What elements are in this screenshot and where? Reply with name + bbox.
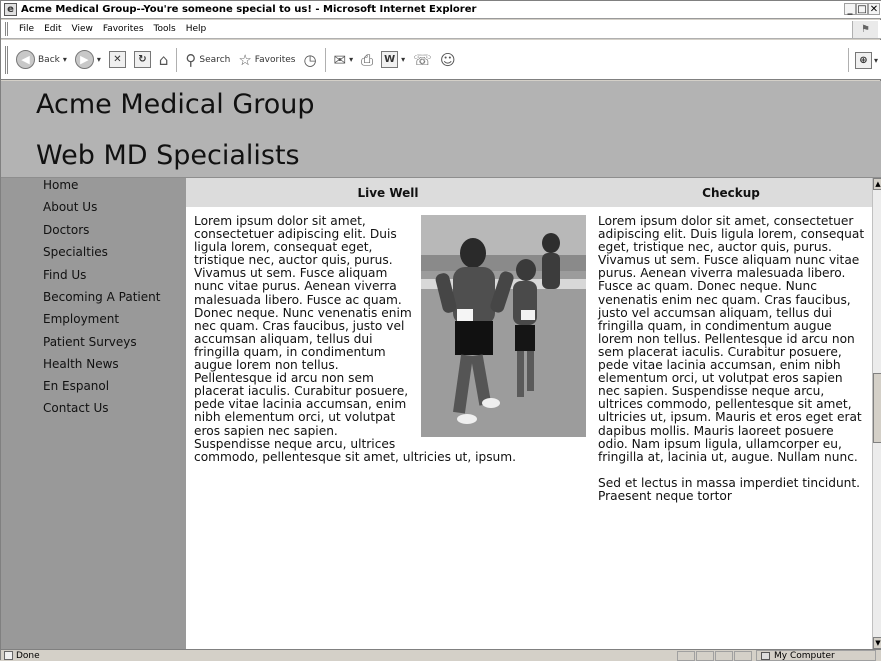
forward-button[interactable]: ▶ ▾	[71, 47, 105, 73]
messenger-button[interactable]: ☺	[436, 47, 460, 73]
back-label: Back	[38, 54, 60, 65]
back-arrow-icon: ◀	[16, 50, 35, 69]
favorites-button[interactable]: ☆ Favorites	[234, 47, 299, 73]
nav-doctors[interactable]: Doctors	[43, 223, 89, 237]
page-viewport: Acme Medical Group Web MD Specialists Ho…	[1, 81, 881, 649]
back-button[interactable]: ◀ Back ▾	[12, 47, 71, 73]
sidebar-nav: Home About Us Doctors Specialties Find U…	[1, 178, 186, 649]
nav-patient-surveys[interactable]: Patient Surveys	[43, 335, 137, 349]
nav-contact-us[interactable]: Contact Us	[43, 401, 109, 415]
window-controls: _ □ ✕	[844, 3, 880, 15]
chevron-down-icon[interactable]: ▾	[874, 56, 878, 65]
scroll-thumb[interactable]	[873, 373, 881, 443]
menu-favorites[interactable]: Favorites	[98, 24, 149, 34]
ie-logo-icon: e	[4, 3, 17, 16]
checkup-body: Lorem ipsum dolor sit amet, consectetuer…	[598, 214, 865, 464]
forward-dropdown-icon[interactable]: ▾	[97, 55, 101, 64]
history-icon: ◷	[303, 50, 317, 69]
nav-about-us[interactable]: About Us	[43, 200, 97, 214]
toolbar-separator	[847, 48, 849, 72]
nav-home[interactable]: Home	[43, 178, 78, 192]
edit-dropdown-icon[interactable]: ▾	[401, 55, 405, 64]
toolbar: ◀ Back ▾ ▶ ▾ ✕ ↻ ⌂ ⚲ Search ☆ Favorites …	[1, 40, 881, 80]
minimize-button[interactable]: _	[844, 3, 856, 15]
forward-arrow-icon: ▶	[74, 50, 94, 69]
windows-flag-icon: ⚑	[852, 21, 878, 38]
status-text: Done	[16, 650, 40, 661]
nav-en-espanol[interactable]: En Espanol	[43, 379, 109, 393]
home-icon: ⌂	[158, 50, 169, 69]
runners-photo	[421, 215, 586, 437]
menu-help[interactable]: Help	[181, 24, 212, 34]
mail-button[interactable]: ✉ ▾	[330, 47, 358, 73]
page-icon	[4, 651, 13, 660]
search-label: Search	[199, 54, 231, 65]
home-button[interactable]: ⌂	[155, 47, 173, 73]
nav-find-us[interactable]: Find Us	[43, 268, 86, 282]
print-button[interactable]: ⎙	[357, 47, 377, 73]
status-bar: Done My Computer	[1, 649, 881, 661]
edit-button[interactable]: W ▾	[377, 47, 409, 73]
site-subtitle: Web MD Specialists	[36, 140, 300, 171]
back-dropdown-icon[interactable]: ▾	[63, 55, 67, 64]
edit-icon: W	[381, 51, 399, 68]
security-zone: My Computer	[756, 650, 876, 661]
stop-button[interactable]: ✕	[105, 47, 130, 73]
scroll-up-icon[interactable]: ▲	[873, 178, 881, 190]
menu-view[interactable]: View	[67, 24, 98, 34]
menu-file[interactable]: File	[14, 24, 39, 34]
scroll-down-icon[interactable]: ▼	[873, 637, 881, 649]
favorites-label: Favorites	[254, 54, 296, 65]
title-bar: e Acme Medical Group--You're someone spe…	[1, 1, 881, 19]
toolbar-separator	[324, 47, 326, 72]
messenger-icon: ☺	[439, 50, 456, 69]
checkup-heading: Checkup	[590, 178, 872, 207]
stop-icon: ✕	[108, 51, 126, 68]
toolbar-grip[interactable]	[5, 45, 8, 74]
maximize-button[interactable]: □	[856, 3, 868, 15]
print-icon: ⎙	[361, 50, 374, 69]
nav-employment[interactable]: Employment	[43, 312, 119, 326]
discuss-button[interactable]: ☏	[409, 47, 436, 73]
history-button[interactable]: ◷	[299, 47, 320, 73]
menu-grip[interactable]	[5, 22, 8, 36]
nav-specialties[interactable]: Specialties	[43, 245, 108, 259]
research-icon[interactable]: ⊕	[854, 51, 872, 69]
vertical-scrollbar[interactable]: ▲ ▼	[872, 178, 881, 649]
mail-icon: ✉	[333, 50, 347, 69]
refresh-button[interactable]: ↻	[130, 47, 155, 73]
site-title: Acme Medical Group	[36, 89, 315, 120]
discuss-icon: ☏	[413, 50, 432, 69]
toolbar-separator	[176, 47, 178, 72]
checkup-body-2: Sed et lectus in massa imperdiet tincidu…	[598, 475, 861, 503]
menu-bar: File Edit View Favorites Tools Help ⚑	[1, 20, 881, 39]
close-button[interactable]: ✕	[868, 3, 880, 15]
site-banner: Acme Medical Group Web MD Specialists	[1, 81, 881, 177]
browser-window: e Acme Medical Group--You're someone spe…	[0, 0, 881, 661]
toolbar-right: ⊕ ▾	[844, 48, 878, 72]
checkup-column: Lorem ipsum dolor sit amet, consectetuer…	[598, 214, 866, 516]
nav-health-news[interactable]: Health News	[43, 357, 119, 371]
nav-becoming-a-patient[interactable]: Becoming A Patient	[43, 290, 160, 304]
star-icon: ☆	[238, 50, 252, 69]
live-well-column: Lorem ipsum dolor sit amet, consectetuer…	[194, 214, 586, 464]
zone-label: My Computer	[774, 650, 835, 661]
main-content: Live Well Checkup Lorem ipsum dolor sit …	[186, 178, 872, 649]
mail-dropdown-icon[interactable]: ▾	[349, 55, 353, 64]
live-well-heading: Live Well	[186, 178, 590, 207]
computer-icon	[761, 651, 770, 660]
menu-edit[interactable]: Edit	[39, 24, 66, 34]
menu-tools[interactable]: Tools	[149, 24, 181, 34]
search-icon: ⚲	[185, 50, 197, 69]
search-button[interactable]: ⚲ Search	[181, 47, 234, 73]
refresh-icon: ↻	[133, 51, 151, 68]
window-title: Acme Medical Group--You're someone speci…	[21, 4, 477, 15]
